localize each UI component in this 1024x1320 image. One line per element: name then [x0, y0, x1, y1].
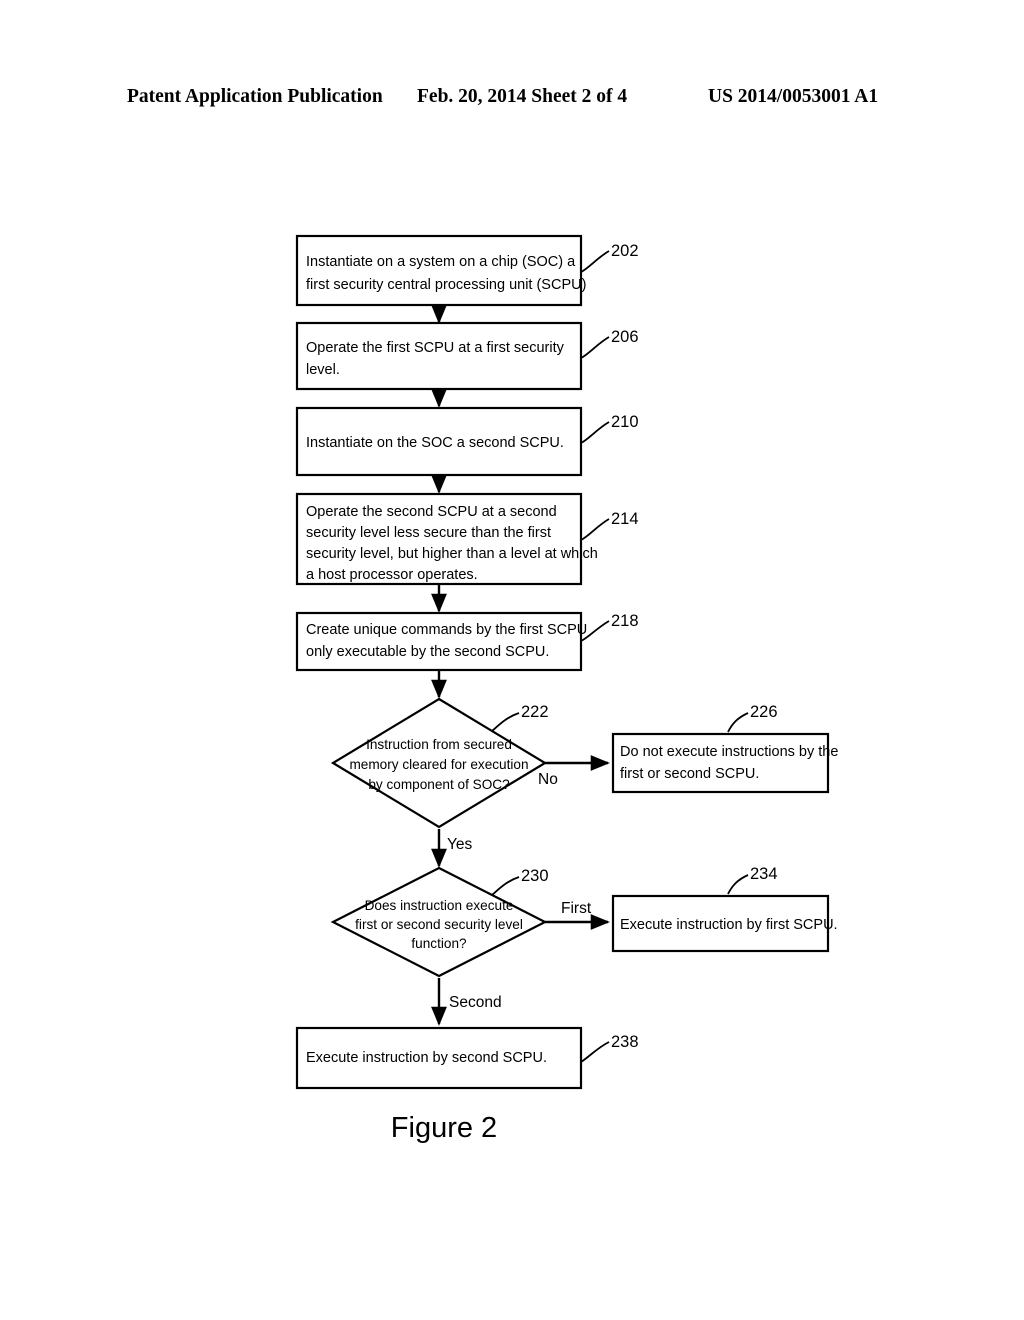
node-234-ref: 234 — [750, 865, 778, 883]
node-206-line-1: level. — [306, 362, 340, 378]
node-202-line-0: Instantiate on a system on a chip (SOC) … — [306, 254, 576, 270]
node-230-leader — [491, 876, 520, 896]
node-230-line-2: function? — [411, 936, 467, 951]
node-222-line-2: by component of SOC? — [368, 777, 510, 792]
node-226-ref: 226 — [750, 703, 778, 721]
node-230-line-0: Does instruction execute — [365, 898, 514, 913]
node-226-line-0: Do not execute instructions by the — [620, 744, 838, 760]
node-214-line-2: security level, but higher than a level … — [306, 546, 598, 562]
node-226-leader — [727, 712, 749, 733]
branch-label-first: First — [561, 900, 592, 917]
node-210-line-0: Instantiate on the SOC a second SCPU. — [306, 435, 564, 451]
node-202-box — [295, 234, 583, 307]
node-206-ref: 206 — [611, 328, 639, 346]
node-214-line-0: Operate the second SCPU at a second — [306, 504, 557, 520]
node-230-ref: 230 — [521, 867, 549, 885]
node-222-ref: 222 — [521, 703, 549, 721]
patent-page: Patent Application Publication Feb. 20, … — [0, 0, 1024, 1320]
node-222-line-0: Instruction from secured — [366, 737, 512, 752]
node-218-line-0: Create unique commands by the first SCPU — [306, 622, 587, 638]
node-234-leader — [727, 874, 749, 895]
node-222[interactable]: Instruction from secured memory cleared … — [330, 697, 558, 829]
node-202-line-1: first security central processing unit (… — [306, 277, 586, 293]
figure-caption-text: Figure 2 — [390, 1112, 498, 1144]
node-202-leader — [580, 250, 610, 273]
node-206-line-0: Operate the first SCPU at a first securi… — [306, 340, 565, 356]
node-218[interactable]: Create unique commands by the first SCPU… — [295, 611, 639, 672]
node-238-ref: 238 — [611, 1033, 639, 1051]
node-202-ref: 202 — [611, 242, 639, 260]
node-234-line-0: Execute instruction by first SCPU. — [620, 917, 838, 933]
node-210[interactable]: Instantiate on the SOC a second SCPU. 21… — [295, 406, 639, 477]
node-214[interactable]: Operate the second SCPU at a second secu… — [295, 492, 639, 586]
node-234[interactable]: Execute instruction by first SCPU. 234 — [611, 865, 838, 953]
node-238-line-0: Execute instruction by second SCPU. — [306, 1050, 547, 1066]
branch-label-yes: Yes — [447, 836, 473, 853]
node-210-ref: 210 — [611, 413, 639, 431]
figure-caption: Figure 2 — [0, 1112, 1024, 1145]
node-214-ref: 214 — [611, 510, 639, 528]
node-222-line-1: memory cleared for execution — [349, 757, 528, 772]
node-210-leader — [580, 421, 610, 444]
node-206-box — [295, 321, 583, 391]
node-238[interactable]: Execute instruction by second SCPU. 238 — [295, 1026, 639, 1090]
branch-label-no: No — [538, 771, 558, 788]
node-218-line-1: only executable by the second SCPU. — [306, 644, 549, 660]
node-218-ref: 218 — [611, 612, 639, 630]
node-226-box — [611, 732, 830, 794]
node-214-line-1: security level less secure than the firs… — [306, 525, 551, 541]
node-214-line-3: a host processor operates. — [306, 567, 478, 583]
node-226-line-1: first or second SCPU. — [620, 766, 759, 782]
node-202[interactable]: Instantiate on a system on a chip (SOC) … — [295, 234, 639, 307]
node-222-leader — [491, 712, 520, 732]
node-226[interactable]: Do not execute instructions by the first… — [611, 703, 838, 794]
node-230-line-1: first or second security level — [355, 917, 523, 932]
node-214-leader — [580, 518, 610, 541]
node-206-leader — [580, 336, 610, 359]
node-238-leader — [580, 1041, 610, 1063]
node-206[interactable]: Operate the first SCPU at a first securi… — [295, 321, 639, 391]
branch-label-second: Second — [449, 994, 502, 1011]
